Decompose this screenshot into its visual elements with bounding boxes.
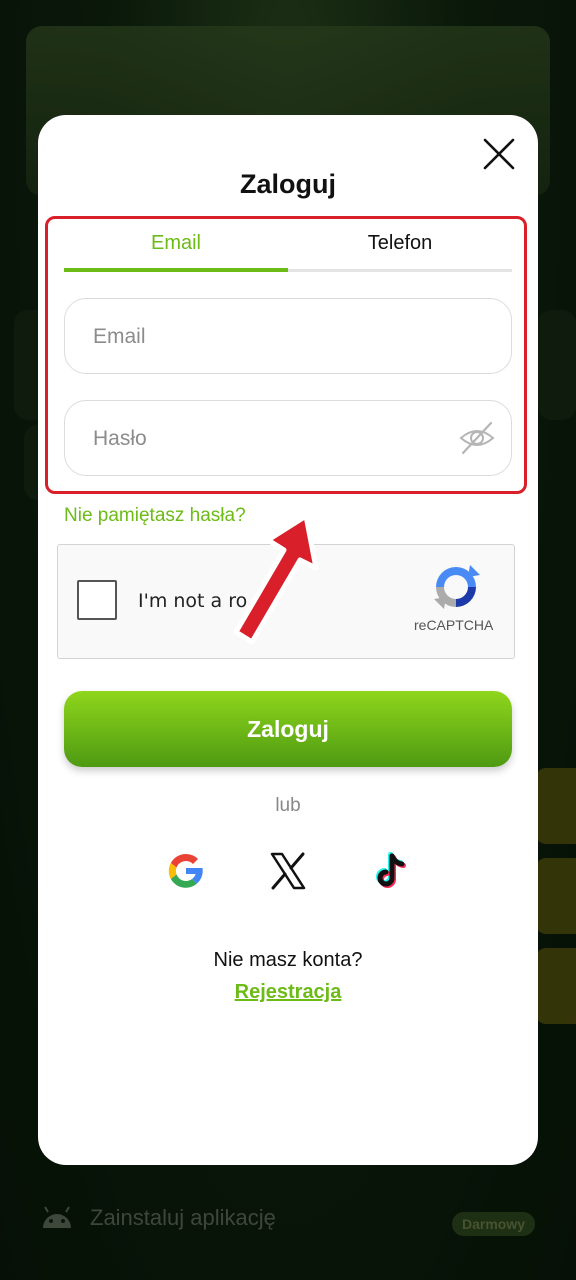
red-arrow-annotation	[233, 513, 319, 645]
google-icon[interactable]	[166, 851, 206, 891]
forgot-password-link[interactable]: Nie pamiętasz hasła?	[64, 505, 246, 527]
tiktok-icon[interactable]	[370, 851, 410, 891]
no-account-text: Nie masz konta?	[213, 949, 363, 971]
login-submit-button[interactable]: Zaloguj	[64, 691, 512, 767]
login-modal: Zaloguj Email Telefon Nie pamiętasz hasł…	[38, 115, 538, 1165]
recaptcha-logo-icon	[434, 565, 480, 609]
social-separator: lub	[275, 795, 301, 816]
recaptcha-brand: reCAPTCHA	[414, 617, 494, 633]
close-icon[interactable]	[480, 135, 518, 173]
recaptcha-checkbox[interactable]	[77, 580, 117, 620]
register-link[interactable]: Rejestracja	[38, 981, 538, 1004]
highlight-box	[45, 216, 527, 494]
modal-title: Zaloguj	[240, 169, 336, 199]
x-icon[interactable]	[268, 851, 308, 891]
